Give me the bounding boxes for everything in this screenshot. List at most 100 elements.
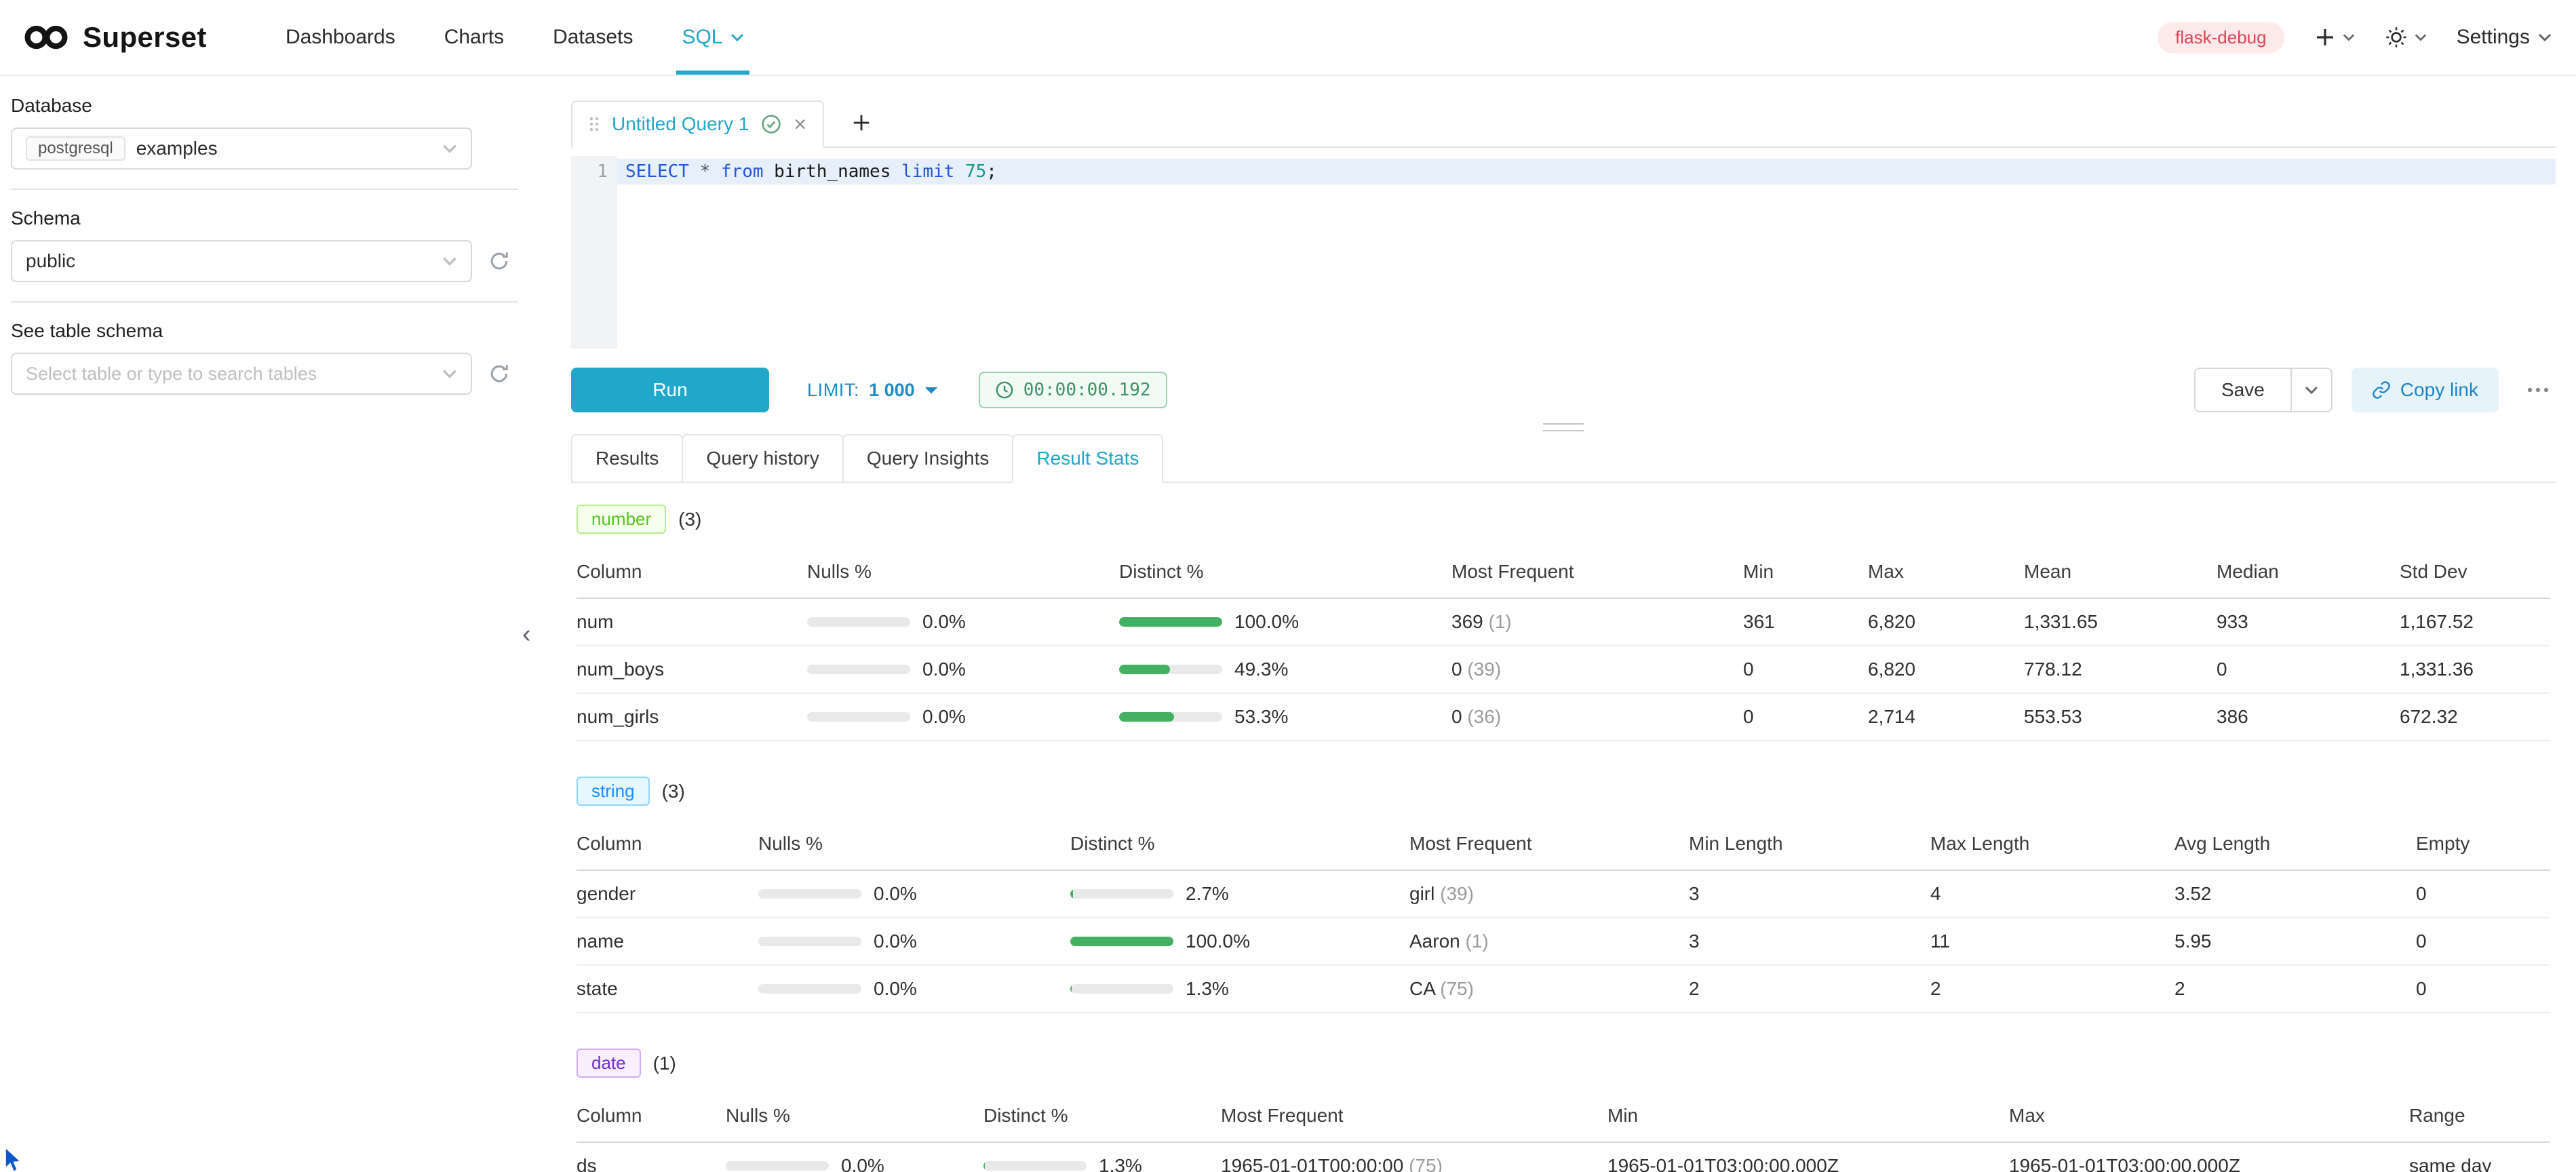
sql-code-line: SELECT * from birth_names limit 75; <box>617 159 2556 184</box>
type-badge-number: number <box>577 505 666 534</box>
nulls-progress-bar <box>758 937 861 946</box>
sql-editor[interactable]: 1 SELECT * from birth_names limit 75; <box>571 156 2556 349</box>
chevron-down-icon <box>730 33 744 42</box>
nulls-cell: 0.0% <box>807 646 1119 693</box>
stats-row: gender0.0%2.7%girl (39)343.520 <box>577 870 2550 918</box>
editor-gutter: 1 <box>571 156 617 349</box>
nav-item-sql[interactable]: SQL <box>657 0 768 75</box>
column-header: Min <box>1743 550 1868 598</box>
close-tab-icon[interactable]: × <box>794 113 806 135</box>
tab-query-insights[interactable]: Query Insights <box>842 434 1014 483</box>
chevron-down-icon <box>2305 385 2318 395</box>
limit-dropdown[interactable]: LIMIT: 1 000 <box>807 380 938 401</box>
nav-item-datasets[interactable]: Datasets <box>528 0 657 75</box>
distinct-cell: 49.3% <box>1119 646 1451 693</box>
column-header: Column <box>577 550 807 598</box>
mouse-cursor <box>4 1148 26 1172</box>
stat-value: 1,331.65 <box>2024 598 2217 646</box>
plus-icon <box>851 113 872 133</box>
database-select[interactable]: postgresql examples <box>11 128 472 170</box>
chevron-down-icon <box>2538 33 2552 42</box>
query-tab-title: Untitled Query 1 <box>612 113 749 135</box>
run-query-button[interactable]: Run <box>571 368 769 412</box>
stats-section-date: date(1)ColumnNulls %Distinct %Most Frequ… <box>577 1049 2550 1172</box>
stat-value: 3 <box>1689 870 1930 918</box>
table-schema-label: See table schema <box>11 320 529 342</box>
nulls-progress-bar <box>807 712 910 722</box>
save-options-button[interactable] <box>2292 368 2333 412</box>
most-frequent-cell: 0 (39) <box>1451 646 1743 693</box>
superset-infinity-icon <box>22 22 71 52</box>
nav-label: Datasets <box>553 26 633 49</box>
stat-value: 553.53 <box>2024 693 2217 741</box>
drag-handle-icon[interactable] <box>589 115 600 133</box>
editor-code-area[interactable]: SELECT * from birth_names limit 75; <box>617 156 2556 349</box>
distinct-progress-bar <box>1070 937 1173 946</box>
refresh-schemas-button[interactable] <box>486 248 513 275</box>
table-select[interactable]: Select table or type to search tables <box>11 353 472 395</box>
plus-icon <box>2314 26 2336 48</box>
stats-row: num0.0%100.0%369 (1)3616,8201,331.659331… <box>577 598 2550 646</box>
settings-label: Settings <box>2457 26 2530 49</box>
nav-label: SQL <box>682 26 722 49</box>
collapse-sidebar-handle[interactable]: ‹ <box>517 616 536 652</box>
stat-value: 778.12 <box>2024 646 2217 693</box>
query-tab[interactable]: Untitled Query 1 × <box>571 100 824 148</box>
stat-value: num_girls <box>577 693 807 741</box>
tab-result-stats[interactable]: Result Stats <box>1012 434 1163 483</box>
schema-label: Schema <box>11 208 529 229</box>
column-header: Distinct % <box>1119 550 1451 598</box>
copy-link-button[interactable]: Copy link <box>2351 368 2499 412</box>
distinct-progress-bar <box>1119 712 1222 722</box>
stat-value: 0 <box>2416 965 2550 1013</box>
schema-select[interactable]: public <box>11 240 472 282</box>
column-header: Mean <box>2024 550 2217 598</box>
nulls-cell: 0.0% <box>758 918 1070 965</box>
stats-row: num_girls0.0%53.3%0 (36)02,714553.533866… <box>577 693 2550 741</box>
distinct-cell: 100.0% <box>1119 598 1451 646</box>
distinct-progress-bar <box>1119 665 1222 674</box>
nav-item-charts[interactable]: Charts <box>420 0 528 75</box>
more-options-button[interactable] <box>2520 380 2556 399</box>
nulls-progress-bar <box>726 1161 829 1171</box>
distinct-progress-bar <box>1070 984 1173 994</box>
sql-lab-sidebar: Database postgresql examples Schema publ… <box>0 76 551 1172</box>
column-header: Column <box>577 1094 726 1142</box>
nulls-progress-bar <box>807 617 910 627</box>
most-frequent-cell: 1965-01-01T00:00:00 (75) <box>1221 1142 1607 1172</box>
grip-icon <box>1543 423 1584 431</box>
stat-value: 5.95 <box>2174 918 2416 965</box>
new-item-menu[interactable] <box>2314 26 2355 48</box>
column-header: Most Frequent <box>1451 550 1743 598</box>
database-label: Database <box>11 95 529 117</box>
superset-logo[interactable]: Superset <box>22 0 207 75</box>
stats-row: ds0.0%1.3%1965-01-01T00:00:00 (75)1965-0… <box>577 1142 2550 1172</box>
column-count: (3) <box>678 509 701 530</box>
save-query-button[interactable]: Save <box>2194 368 2292 412</box>
theme-menu[interactable] <box>2385 26 2427 49</box>
results-tab-bar: Results Query history Query Insights Res… <box>571 434 2556 483</box>
nulls-cell: 0.0% <box>726 1142 983 1172</box>
most-frequent-cell: girl (39) <box>1409 870 1689 918</box>
chevron-down-icon <box>2343 33 2355 41</box>
column-header: Median <box>2217 550 2400 598</box>
sidebar-divider <box>11 301 518 302</box>
tab-query-history[interactable]: Query history <box>682 434 844 483</box>
column-header: Nulls % <box>758 822 1070 870</box>
nav-item-dashboards[interactable]: Dashboards <box>261 0 420 75</box>
stats-section-number: number(3)ColumnNulls %Distinct %Most Fre… <box>577 505 2550 741</box>
stat-value: 1965-01-01T03:00:00.000Z <box>1607 1142 2009 1172</box>
column-header: Max Length <box>1930 822 2174 870</box>
settings-menu[interactable]: Settings <box>2457 26 2552 49</box>
new-tab-button[interactable] <box>846 107 877 138</box>
refresh-tables-button[interactable] <box>486 360 513 387</box>
stat-value: 11 <box>1930 918 2174 965</box>
column-header: Column <box>577 822 758 870</box>
stat-value: 672.32 <box>2400 693 2550 741</box>
pane-resize-handle[interactable] <box>571 423 2556 431</box>
tab-results[interactable]: Results <box>571 434 683 483</box>
stat-value: 2 <box>2174 965 2416 1013</box>
database-value: examples <box>136 138 218 159</box>
line-number: 1 <box>571 159 608 184</box>
stat-value: state <box>577 965 758 1013</box>
